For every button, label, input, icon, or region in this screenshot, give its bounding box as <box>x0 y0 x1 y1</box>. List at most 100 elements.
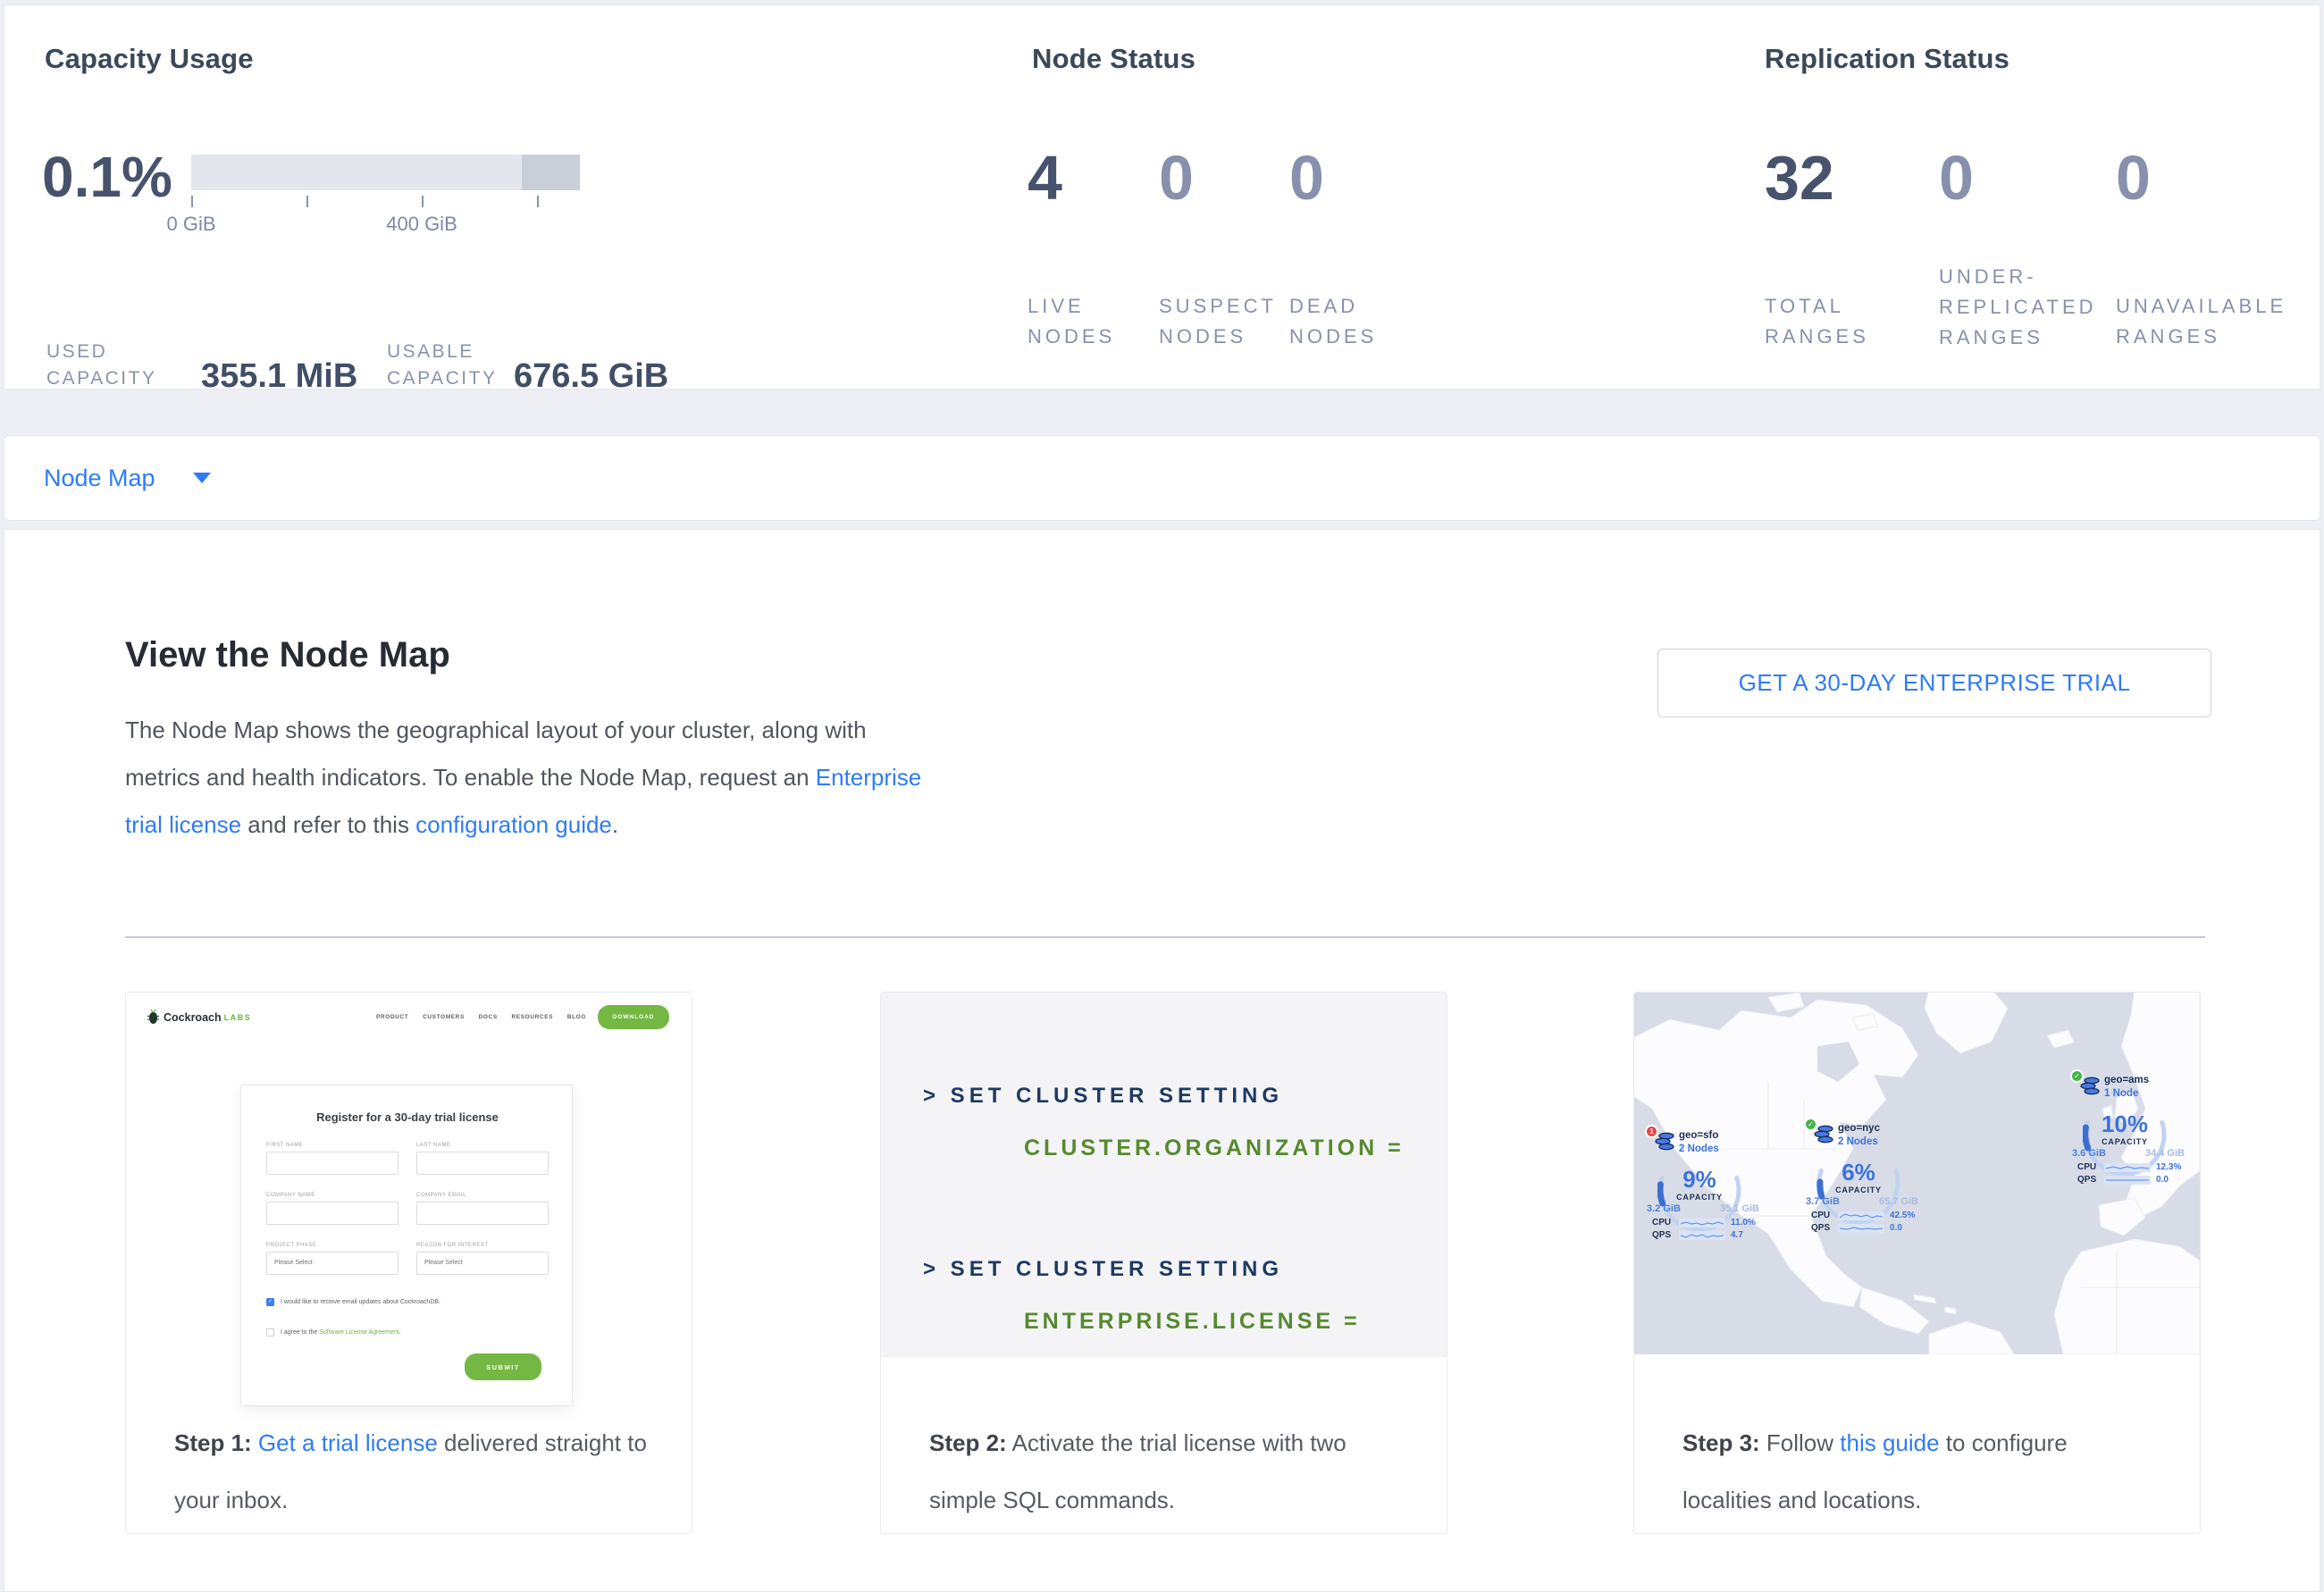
step-2-card: > SET CLUSTER SETTING CLUSTER.ORGANIZATI… <box>880 992 1447 1534</box>
node-map-description: The Node Map shows the geographical layo… <box>125 707 947 849</box>
field-label: FIRST NAME <box>266 1143 303 1148</box>
qps-label: QPS <box>1811 1223 1838 1233</box>
step-number: Step 2: <box>929 1429 1007 1456</box>
used-capacity: 3.6 GiB <box>2072 1148 2106 1159</box>
total-ranges-count: 32 <box>1765 147 1834 209</box>
cpu-label: CPU <box>1811 1211 1838 1220</box>
qps-sparkline <box>1838 1224 1884 1233</box>
nav-item: CUSTOMERS <box>423 1014 465 1020</box>
enterprise-trial-button[interactable]: GET A 30-DAY ENTERPRISE TRIAL <box>1657 649 2211 717</box>
cluster-summary-panel: Capacity Usage 0.1% 0 GiB 400 GiB USED C… <box>4 4 2320 390</box>
capacity-axis-label-0: 0 GiB <box>147 213 236 236</box>
chevron-down-icon <box>193 473 211 483</box>
dead-nodes-count: 0 <box>1289 147 1324 209</box>
capacity-bar <box>191 155 580 190</box>
cpu-value: 42.5% <box>1890 1211 1915 1220</box>
field-label: COMPANY EMAIL <box>416 1193 466 1198</box>
used-capacity-label: USED CAPACITY <box>46 339 180 392</box>
axis-tick <box>537 196 539 207</box>
cpu-label: CPU <box>1652 1218 1679 1228</box>
database-stack-icon <box>1813 1125 1834 1144</box>
qps-sparkline <box>2104 1176 2151 1185</box>
used-capacity: 3.2 GiB <box>1647 1203 1681 1214</box>
capacity-percent: 9% <box>1657 1166 1741 1194</box>
logo-sub-text: LABS <box>224 1013 252 1022</box>
cockroach-labs-logo: Cockroach LABS <box>147 1009 251 1026</box>
company-name-field <box>266 1202 399 1225</box>
configuration-guide-link[interactable]: configuration guide <box>415 811 612 838</box>
used-capacity: 3.7 GiB <box>1806 1196 1840 1207</box>
total-capacity: 65.7 GiB <box>1879 1196 1918 1207</box>
capacity-percent: 0.1% <box>42 148 172 205</box>
checkbox-text: I agree to the <box>281 1329 319 1336</box>
usable-capacity-value: 676.5 GiB <box>514 357 668 396</box>
reason-select: Please Select <box>416 1252 549 1275</box>
license-agreement-checkbox-label: I agree to the Software License Agreemen… <box>281 1329 401 1336</box>
field-label: REASON FOR INTEREST <box>416 1243 489 1248</box>
cockroach-bug-icon <box>147 1009 160 1026</box>
locality-name: geo=ams <box>2104 1075 2149 1085</box>
capacity-axis-label-400: 400 GiB <box>377 213 466 236</box>
first-name-field <box>266 1152 399 1175</box>
step-1-caption: Step 1: Get a trial license delivered st… <box>174 1414 652 1529</box>
node-map-promo-panel: View the Node Map The Node Map shows the… <box>4 529 2320 1592</box>
submit-button: SUBMIT <box>465 1353 541 1380</box>
view-selector-label: Node Map <box>44 465 155 492</box>
form-title: Register for a 30-day trial license <box>241 1110 574 1124</box>
step-number: Step 3: <box>1682 1429 1760 1456</box>
view-selector-dropdown[interactable]: Node Map <box>4 435 2320 521</box>
cpu-sparkline <box>1838 1211 1884 1220</box>
caption-text <box>252 1429 258 1456</box>
sql-line: ENTERPRISE.LICENSE = <box>1024 1309 1361 1335</box>
nav-item: DOCS <box>479 1014 498 1020</box>
section-divider <box>125 936 2205 938</box>
field-label: COMPANY NAME <box>266 1193 315 1198</box>
site-nav: PRODUCT CUSTOMERS DOCS RESOURCES BLOG <box>376 1014 586 1020</box>
caption-text: Follow <box>1760 1429 1841 1456</box>
description-text: and refer to this <box>241 811 415 838</box>
cpu-value: 12.3% <box>2156 1162 2181 1172</box>
usable-capacity-label: USABLE CAPACITY <box>387 339 534 392</box>
qps-label: QPS <box>1652 1230 1679 1240</box>
database-stack-icon <box>2079 1077 2101 1096</box>
last-name-field <box>416 1152 549 1175</box>
email-updates-checkbox-label: I would like to receive email updates ab… <box>281 1299 440 1305</box>
description-text: . <box>612 811 618 838</box>
axis-tick <box>422 196 424 207</box>
software-license-agreement-link: Software License Agreement. <box>319 1329 400 1336</box>
sql-commands-illustration: > SET CLUSTER SETTING CLUSTER.ORGANIZATI… <box>881 993 1447 1357</box>
get-trial-license-link[interactable]: Get a trial license <box>258 1429 438 1456</box>
step-3-card: 1 geo=sfo 2 Nodes 9% CAPACITY 3.2 GiB35.… <box>1633 992 2201 1534</box>
step-3-caption: Step 3: Follow this guide to configure l… <box>1682 1414 2160 1529</box>
project-phase-select: Please Select <box>266 1252 399 1275</box>
node-status-title: Node Status <box>1032 43 1196 75</box>
step-2-caption: Step 2: Activate the trial license with … <box>929 1414 1407 1529</box>
qps-value: 0.0 <box>1890 1223 1902 1233</box>
suspect-nodes-count: 0 <box>1159 147 1194 209</box>
capacity-usage-title: Capacity Usage <box>45 43 254 75</box>
total-capacity: 35.1 GiB <box>1720 1203 1759 1214</box>
cpu-label: CPU <box>2077 1162 2104 1172</box>
description-text: The Node Map shows the geographical layo… <box>125 716 867 791</box>
step-1-card: Cockroach LABS PRODUCT CUSTOMERS DOCS RE… <box>125 992 692 1534</box>
suspect-nodes-label: SUSPECT NODES <box>1159 291 1279 352</box>
trial-register-form: Register for a 30-day trial license FIRS… <box>240 1085 573 1406</box>
download-button: DOWNLOAD <box>598 1005 669 1029</box>
this-guide-link[interactable]: this guide <box>1840 1429 1939 1456</box>
capacity-label: CAPACITY <box>1657 1193 1741 1202</box>
qps-label: QPS <box>2077 1175 2104 1185</box>
unavailable-ranges-label: UNAVAILABLE RANGES <box>2116 291 2290 352</box>
locality-name: geo=sfo <box>1679 1130 1718 1141</box>
locality-name: geo=nyc <box>1838 1123 1880 1134</box>
under-replicated-count: 0 <box>1939 147 1974 209</box>
dead-nodes-label: DEAD NODES <box>1289 291 1388 352</box>
used-capacity-value: 355.1 MiB <box>201 357 357 396</box>
nav-item: PRODUCT <box>376 1014 408 1020</box>
checkbox-checked-icon: ✓ <box>266 1298 274 1306</box>
capacity-label: CAPACITY <box>1816 1186 1900 1194</box>
field-label: PROJECT PHASE <box>266 1243 316 1248</box>
step-number: Step 1: <box>174 1429 252 1456</box>
field-label: LAST NAME <box>416 1143 450 1148</box>
axis-tick <box>306 196 308 207</box>
capacity-bar-reserved-segment <box>522 155 580 190</box>
